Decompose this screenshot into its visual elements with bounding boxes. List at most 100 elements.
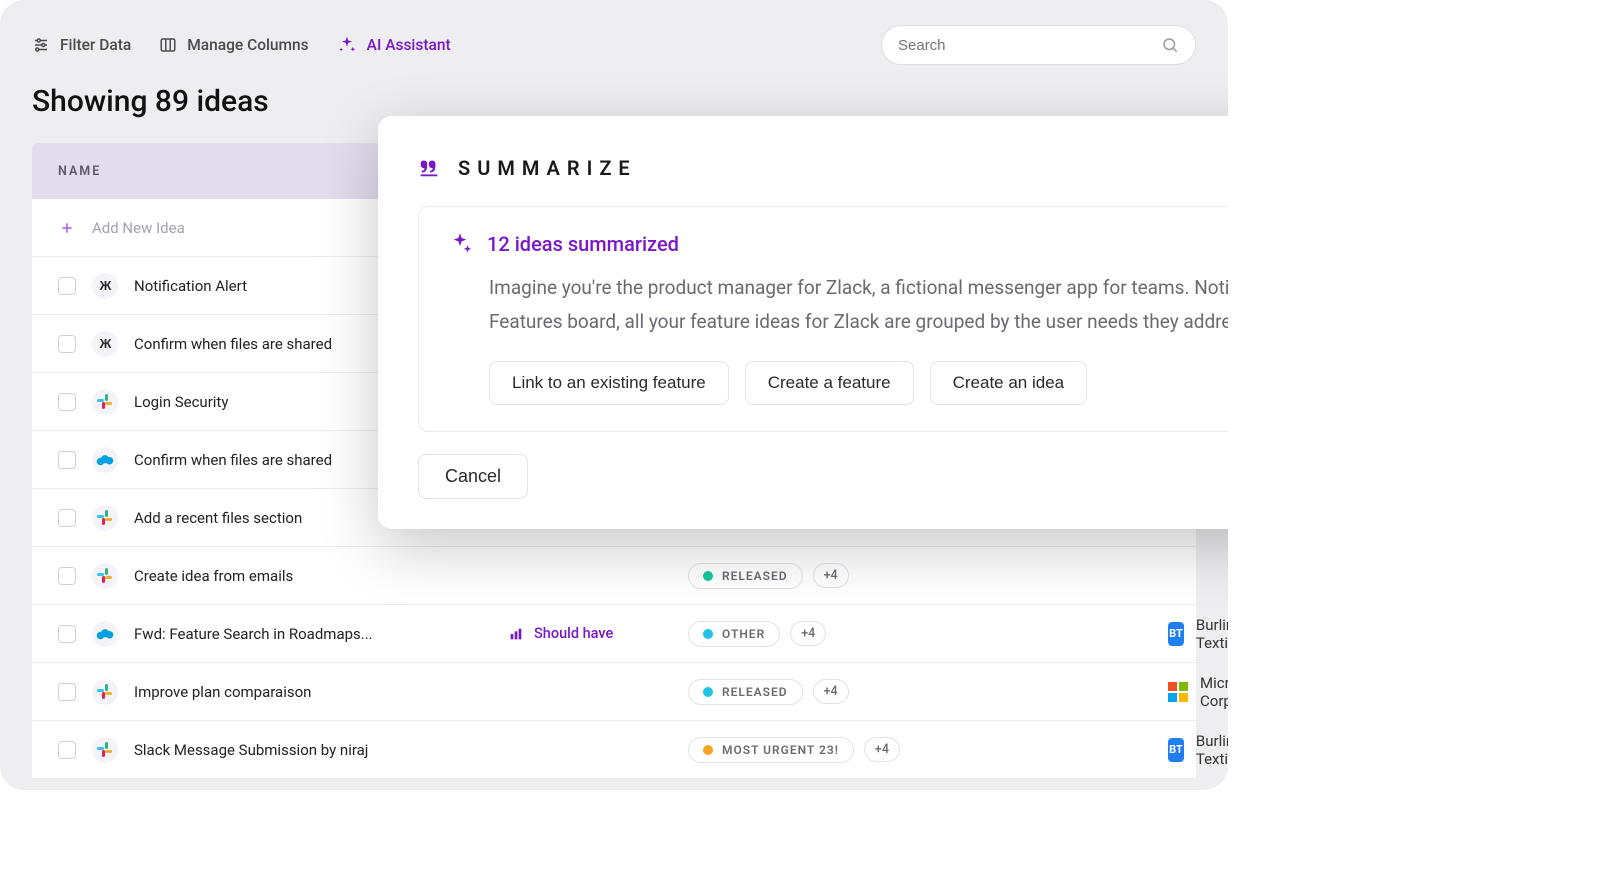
priority-bars-icon [508, 626, 524, 642]
status-text: RELEASED [722, 569, 788, 583]
search-input[interactable] [898, 37, 1161, 54]
sparkle-icon [337, 35, 357, 55]
status-text: RELEASED [722, 685, 788, 699]
company-badge: BT [1168, 738, 1184, 762]
status-pill[interactable]: RELEASED [688, 563, 803, 589]
add-new-idea-label: Add New Idea [92, 219, 185, 237]
row-checkbox[interactable] [58, 451, 76, 469]
search-field[interactable] [881, 25, 1196, 65]
sliders-icon [32, 36, 50, 54]
row-checkbox[interactable] [58, 683, 76, 701]
summarize-modal: SUMMARIZE 12 ideas summarized Imagine yo… [378, 116, 1228, 529]
summary-card-title: 12 ideas summarized [447, 231, 1228, 257]
extra-count-pill[interactable]: +4 [790, 621, 826, 646]
columns-label: Manage Columns [187, 36, 308, 54]
idea-name: Fwd: Feature Search in Roadmaps... [134, 625, 373, 643]
create-feature-button[interactable]: Create a feature [745, 361, 914, 405]
row-checkbox[interactable] [58, 567, 76, 585]
cell-priority: Should have [508, 625, 688, 642]
source-badge [92, 621, 118, 647]
status-pill[interactable]: MOST URGENT 23! [688, 737, 854, 763]
status-text: MOST URGENT 23! [722, 743, 839, 757]
status-pill[interactable]: RELEASED [688, 679, 803, 705]
summary-card-title-text: 12 ideas summarized [487, 232, 679, 256]
extra-count-pill[interactable]: +4 [813, 679, 849, 704]
slack-icon [97, 394, 113, 410]
table-row[interactable]: Improve plan comparaisonRELEASED+4Micros… [32, 663, 1196, 721]
extra-count-pill[interactable]: +4 [813, 563, 849, 588]
salesforce-icon [96, 627, 114, 641]
row-checkbox[interactable] [58, 741, 76, 759]
slack-icon [97, 510, 113, 526]
row-checkbox[interactable] [58, 625, 76, 643]
row-checkbox[interactable] [58, 277, 76, 295]
row-checkbox[interactable] [58, 393, 76, 411]
company-name: Microsoft Corp. [1200, 674, 1228, 710]
extra-count-pill[interactable]: +4 [864, 737, 900, 762]
table-row[interactable]: Slack Message Submission by niraj MOST UR… [32, 721, 1196, 779]
source-badge [92, 389, 118, 415]
source-badge [92, 563, 118, 589]
cell-name: Create idea from emails [58, 563, 508, 589]
modal-header: SUMMARIZE [418, 150, 1228, 186]
zendesk-icon: Ж [100, 278, 111, 293]
salesforce-icon [96, 453, 114, 467]
idea-name: Confirm when files are shared [134, 335, 332, 353]
slack-icon [97, 684, 113, 700]
slack-icon [97, 742, 113, 758]
create-idea-button[interactable]: Create an idea [930, 361, 1088, 405]
manage-columns-button[interactable]: Manage Columns [159, 36, 308, 54]
source-badge: Ж [92, 331, 118, 357]
modal-title: SUMMARIZE [418, 156, 637, 180]
cell-status: MOST URGENT 23! +4 [688, 737, 1088, 763]
ai-assistant-button[interactable]: AI Assistant [337, 35, 451, 55]
filter-data-button[interactable]: Filter Data [32, 36, 131, 54]
status-dot-icon [703, 745, 713, 755]
modal-title-text: SUMMARIZE [458, 156, 637, 180]
filter-label: Filter Data [60, 36, 131, 54]
columns-icon [159, 36, 177, 54]
priority-text: Should have [534, 625, 613, 642]
status-pill[interactable]: OTHER [688, 621, 780, 647]
zendesk-icon: Ж [100, 336, 111, 351]
idea-name: Improve plan comparaison [134, 683, 311, 701]
column-header-name: NAME [58, 164, 101, 179]
summary-card: 12 ideas summarized Imagine you're the p… [418, 206, 1228, 432]
status-dot-icon [703, 687, 713, 697]
slack-icon [97, 568, 113, 584]
cell-name: Fwd: Feature Search in Roadmaps... [58, 621, 508, 647]
company-name: Burlington Textile [1196, 616, 1228, 652]
idea-name: Slack Message Submission by niraj [134, 741, 368, 759]
table-row[interactable]: Fwd: Feature Search in Roadmaps... Should… [32, 605, 1196, 663]
cell-source: Microsoft Corp. [1168, 674, 1228, 710]
row-checkbox[interactable] [58, 509, 76, 527]
cell-status: RELEASED +4 [688, 679, 1088, 705]
summary-card-text: Imagine you're the product manager for Z… [489, 271, 1228, 339]
status-text: OTHER [722, 627, 765, 641]
summary-actions: Link to an existing feature Create a fea… [489, 361, 1228, 405]
status-dot-icon [703, 571, 713, 581]
toolbar: Filter Data Manage Columns AI Assistant [0, 0, 1228, 72]
source-badge [92, 505, 118, 531]
link-existing-feature-button[interactable]: Link to an existing feature [489, 361, 729, 405]
cell-name: Slack Message Submission by niraj [58, 737, 508, 763]
cell-status: OTHER +4 [688, 621, 1088, 647]
company-name: Burlington Textile [1196, 732, 1228, 768]
source-badge: Ж [92, 273, 118, 299]
table-row[interactable]: Create idea from emails RELEASED +4 [32, 547, 1196, 605]
idea-name: Notification Alert [134, 277, 247, 295]
status-dot-icon [703, 629, 713, 639]
search-icon [1161, 36, 1179, 54]
toolbar-left: Filter Data Manage Columns AI Assistant [32, 35, 451, 55]
source-badge [92, 679, 118, 705]
app-window: Filter Data Manage Columns AI Assistant … [0, 0, 1228, 790]
idea-name: Confirm when files are shared [134, 451, 332, 469]
row-checkbox[interactable] [58, 335, 76, 353]
ai-label: AI Assistant [367, 36, 451, 54]
cell-name: Improve plan comparaison [58, 679, 508, 705]
idea-name: Create idea from emails [134, 567, 293, 585]
cancel-button[interactable]: Cancel [418, 454, 528, 499]
source-badge [92, 447, 118, 473]
cell-source: BT Burlington Textile [1168, 732, 1228, 768]
idea-name: Login Security [134, 393, 228, 411]
